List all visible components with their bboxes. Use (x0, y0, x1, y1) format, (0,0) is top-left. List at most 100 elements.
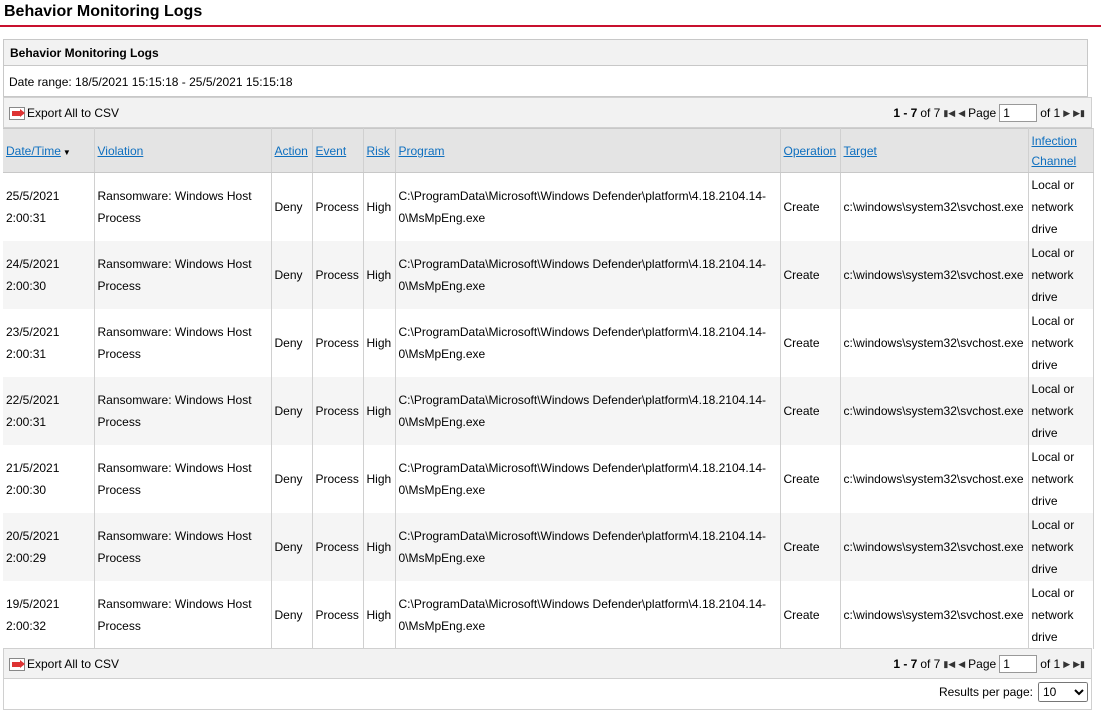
next-page-icon[interactable]: ▶ (1063, 108, 1070, 119)
cell-target: c:\windows\system32\svchost.exe (840, 377, 1029, 445)
cell-action: Deny (271, 581, 313, 649)
last-page-icon[interactable]: ▶▮ (1073, 108, 1085, 119)
cell-program: C:\ProgramData\Microsoft\Windows Defende… (395, 513, 781, 581)
cell-program: C:\ProgramData\Microsoft\Windows Defende… (395, 172, 781, 241)
sort-violation-link[interactable]: Violation (98, 144, 144, 158)
page-number-input[interactable] (999, 655, 1038, 673)
cell-event: Process (312, 445, 364, 513)
cell-event: Process (312, 377, 364, 445)
cell-risk: High (363, 445, 396, 513)
cell-event: Process (312, 172, 364, 241)
sort-action-link[interactable]: Action (275, 144, 308, 158)
cell-date: 24/5/2021 (6, 257, 60, 271)
previous-page-icon[interactable]: ◀ (958, 659, 965, 670)
results-per-page: Results per page: 10 (939, 682, 1088, 702)
cell-operation: Create (780, 377, 841, 445)
table-row: 23/5/2021 2:00:31 Ransomware: Windows Hos… (3, 309, 1094, 377)
cell-violation: Ransomware: Windows Host Process (94, 581, 272, 649)
first-page-icon[interactable]: ▮◀ (943, 108, 955, 119)
cell-violation: Ransomware: Windows Host Process (94, 241, 272, 309)
cell-channel: Local or network drive (1028, 309, 1094, 377)
results-per-page-bar: Results per page: 10 (3, 679, 1092, 710)
page-count: of 1 (1040, 657, 1061, 671)
cell-action: Deny (271, 309, 313, 377)
cell-channel: Local or network drive (1028, 581, 1094, 649)
cell-target: c:\windows\system32\svchost.exe (840, 581, 1029, 649)
sort-datetime-link[interactable]: Date/Time (6, 144, 61, 158)
last-page-icon[interactable]: ▶▮ (1073, 659, 1085, 670)
top-toolbar: Export All to CSV 1 - 7 of 7 ▮◀ ◀ Page o… (3, 97, 1092, 128)
date-range-text: Date range: 18/5/2021 15:15:18 - 25/5/20… (9, 75, 293, 89)
export-csv-button[interactable]: Export All to CSV (9, 106, 119, 120)
cell-operation: Create (780, 172, 841, 241)
sort-down-icon: ▼ (62, 147, 71, 157)
cell-event: Process (312, 581, 364, 649)
cell-time: 2:00:31 (6, 211, 47, 225)
page-label: Page (968, 657, 997, 671)
previous-page-icon[interactable]: ◀ (958, 108, 965, 119)
cell-action: Deny (271, 241, 313, 309)
table-row: 21/5/2021 2:00:30 Ransomware: Windows Hos… (3, 445, 1094, 513)
cell-datetime: 22/5/2021 2:00:31 (3, 377, 95, 445)
sort-channel-link[interactable]: Infection Channel (1032, 134, 1077, 168)
cell-program: C:\ProgramData\Microsoft\Windows Defende… (395, 377, 781, 445)
cell-datetime: 20/5/2021 2:00:29 (3, 513, 95, 581)
export-csv-icon (9, 106, 25, 120)
results-per-page-select[interactable]: 10 (1038, 682, 1088, 702)
pager-range: 1 - 7 (893, 657, 918, 671)
cell-datetime: 23/5/2021 2:00:31 (3, 309, 95, 377)
cell-target: c:\windows\system32\svchost.exe (840, 309, 1029, 377)
cell-channel: Local or network drive (1028, 445, 1094, 513)
cell-channel: Local or network drive (1028, 513, 1094, 581)
col-target: Target (840, 128, 1029, 173)
page-number-input[interactable] (999, 104, 1038, 122)
col-violation: Violation (94, 128, 272, 173)
cell-violation: Ransomware: Windows Host Process (94, 377, 272, 445)
table-header-row: Date/Time ▼ Violation Action Event Risk P… (3, 128, 1094, 173)
cell-action: Deny (271, 445, 313, 513)
cell-datetime: 24/5/2021 2:00:30 (3, 241, 95, 309)
cell-program: C:\ProgramData\Microsoft\Windows Defende… (395, 241, 781, 309)
col-operation: Operation (780, 128, 841, 173)
cell-program: C:\ProgramData\Microsoft\Windows Defende… (395, 445, 781, 513)
cell-target: c:\windows\system32\svchost.exe (840, 172, 1029, 241)
export-csv-label: Export All to CSV (27, 106, 120, 120)
cell-date: 19/5/2021 (6, 597, 60, 611)
cell-violation: Ransomware: Windows Host Process (94, 172, 272, 241)
col-event: Event (312, 128, 364, 173)
pager-bottom: 1 - 7 of 7 ▮◀ ◀ Page of 1 ▶ ▶▮ (893, 655, 1085, 673)
cell-event: Process (312, 513, 364, 581)
cell-operation: Create (780, 309, 841, 377)
col-action: Action (271, 128, 313, 173)
cell-channel: Local or network drive (1028, 172, 1094, 241)
sort-program-link[interactable]: Program (399, 144, 445, 158)
cell-date: 25/5/2021 (6, 189, 60, 203)
cell-target: c:\windows\system32\svchost.exe (840, 513, 1029, 581)
cell-operation: Create (780, 513, 841, 581)
cell-violation: Ransomware: Windows Host Process (94, 445, 272, 513)
cell-datetime: 25/5/2021 2:00:31 (3, 172, 95, 241)
sort-operation-link[interactable]: Operation (784, 144, 837, 158)
export-csv-button[interactable]: Export All to CSV (9, 657, 119, 671)
first-page-icon[interactable]: ▮◀ (943, 659, 955, 670)
sort-risk-link[interactable]: Risk (367, 144, 390, 158)
cell-event: Process (312, 241, 364, 309)
cell-risk: High (363, 377, 396, 445)
sort-event-link[interactable]: Event (316, 144, 347, 158)
cell-channel: Local or network drive (1028, 377, 1094, 445)
table-row: 25/5/2021 2:00:31 Ransomware: Windows Hos… (3, 172, 1094, 241)
date-range-row: Date range: 18/5/2021 15:15:18 - 25/5/20… (3, 66, 1088, 97)
cell-channel: Local or network drive (1028, 241, 1094, 309)
cell-risk: High (363, 513, 396, 581)
cell-risk: High (363, 581, 396, 649)
cell-time: 2:00:31 (6, 347, 47, 361)
cell-operation: Create (780, 445, 841, 513)
cell-violation: Ransomware: Windows Host Process (94, 513, 272, 581)
cell-violation: Ransomware: Windows Host Process (94, 309, 272, 377)
next-page-icon[interactable]: ▶ (1063, 659, 1070, 670)
cell-action: Deny (271, 172, 313, 241)
cell-risk: High (363, 172, 396, 241)
pager-total: of 7 (920, 657, 941, 671)
sort-target-link[interactable]: Target (844, 144, 877, 158)
table-row: 22/5/2021 2:00:31 Ransomware: Windows Hos… (3, 377, 1094, 445)
